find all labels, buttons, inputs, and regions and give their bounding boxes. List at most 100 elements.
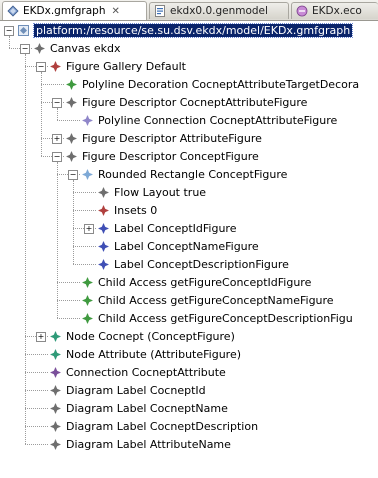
tree-item[interactable]: Polyline Decoration CocneptAttributeTarg… [66,75,359,93]
tree-item-label: Diagram Label AttributeName [66,437,231,451]
model-element-icon [66,78,77,90]
tree-item[interactable]: Flow Layout true [98,183,206,201]
model-element-icon [82,294,93,306]
tree-connector [40,84,42,102]
tree-connector [24,354,26,372]
tree-item[interactable]: Diagram Label CocneptDescription [50,417,258,435]
model-element-icon [66,96,77,108]
model-element-icon [66,132,77,144]
tree-item-label: Label ConceptIdFigure [114,221,237,235]
tree-item-label: Canvas ekdx [50,41,121,55]
model-element-icon [98,240,109,252]
tree-item-label: Connection CocneptAttribute [66,365,226,379]
tree-item[interactable]: Label ConceptIdFigure [98,219,236,237]
tree-item[interactable]: Child Access getFigureConceptDescription… [82,309,353,327]
collapse-toggle-icon[interactable]: − [36,62,46,72]
tree-connector [24,354,48,355]
tab-ekdx-genmodel[interactable]: ekdx0.0.genmodel [149,2,289,19]
tree-connector [24,372,48,373]
tree-connector [72,180,74,192]
tab-ekdx-gmfgraph[interactable]: EKDx.gmfgraph ✕ [2,1,147,20]
tree-item[interactable]: Node Cocnept (ConceptFigure) [50,327,235,345]
model-element-icon [66,150,77,162]
collapse-toggle-icon[interactable]: − [68,170,78,180]
tree-connector [72,210,96,211]
model-element-icon [50,60,61,72]
tab-label: EKDx.eco [312,5,362,17]
tree-connector [56,300,80,301]
model-element-icon [50,420,61,432]
tree-item-label: Node Cocnept (ConceptFigure) [66,329,235,343]
tree-item[interactable]: Child Access getFigureConceptNameFigure [82,291,334,309]
gmfgraph-tree-view[interactable]: − platform:/resource/se.su.dsv.ekdx/model… [0,21,378,478]
tree-item[interactable]: Connection CocneptAttribute [50,363,226,381]
tree-connector [24,444,48,445]
tree-connector [24,336,26,354]
tree-connector [56,282,58,300]
tree-item[interactable]: Figure Descriptor AttributeFigure [66,129,262,147]
collapse-toggle-icon[interactable]: − [52,98,62,108]
model-element-icon [50,438,61,450]
tree-connector [56,318,80,319]
tree-item-label: Diagram Label CocneptId [66,383,206,397]
tree-item-label: Label ConceptDescriptionFigure [114,257,289,271]
collapse-toggle-icon[interactable]: − [52,152,62,162]
tree-item[interactable]: Node Attribute (AttributeFigure) [50,345,241,363]
tree-item[interactable]: Figure Descriptor CocneptAttributeFigure [66,93,307,111]
tree-item[interactable]: Child Access getFigureConceptIdFigure [82,273,311,291]
tree-item[interactable]: Figure Descriptor ConceptFigure [66,147,259,165]
expand-toggle-icon[interactable]: + [52,134,62,144]
tree-item[interactable]: Diagram Label CocneptName [50,399,228,417]
tree-item[interactable]: Label ConceptDescriptionFigure [98,255,289,273]
close-tab-icon[interactable]: ✕ [111,6,119,17]
expand-toggle-icon[interactable]: + [84,224,94,234]
tree-connector [56,120,80,121]
model-element-icon [50,384,61,396]
tab-label: ekdx0.0.genmodel [170,5,268,17]
genmodel-file-icon [155,5,165,17]
tab-label: EKDx.gmfgraph [23,5,106,17]
model-element-icon [98,258,109,270]
tree-connector [72,210,74,228]
resource-icon [18,24,29,36]
tab-ekdx-ecore[interactable]: EKDx.eco [291,2,378,19]
tree-connector [72,192,74,210]
tree-item-label: Diagram Label CocneptDescription [66,419,259,433]
model-element-icon [98,186,109,198]
tree-item-label: Rounded Rectangle ConceptFigure [98,167,288,181]
collapse-toggle-icon[interactable]: − [4,26,14,36]
model-element-icon [34,42,45,54]
collapse-toggle-icon[interactable]: − [20,44,30,54]
tree-connector [40,72,42,84]
tree-item-label: Diagram Label CocneptName [66,401,228,415]
tree-connector [24,426,48,427]
tree-item-label: Flow Layout true [114,185,207,199]
tree-item-label: Child Access getFigureConceptIdFigure [98,275,312,289]
expand-toggle-icon[interactable]: + [36,332,46,342]
tree-item-label: Child Access getFigureConceptNameFigure [98,293,334,307]
tree-item[interactable]: Diagram Label AttributeName [50,435,231,453]
model-element-icon [82,114,93,126]
tree-item[interactable]: Insets 0 [98,201,157,219]
tree-connector [56,108,58,120]
tree-item-label: Figure Gallery Default [66,59,186,73]
tree-item-label: Node Attribute (AttributeFigure) [66,347,242,361]
tree-item[interactable]: Diagram Label CocneptId [50,381,206,399]
tree-item[interactable]: Figure Gallery Default [50,57,186,75]
tree-connector [24,408,26,426]
tree-connector [40,102,42,138]
tree-connector [24,408,48,409]
model-element-icon [50,402,61,414]
tree-connector [56,162,58,174]
tree-item[interactable]: platform:/resource/se.su.dsv.ekdx/model/… [18,21,354,39]
tree-connector [24,390,48,391]
tree-item[interactable]: Polyline Connection CocneptAttributeFigu… [82,111,337,129]
model-element-icon [50,348,61,360]
tree-item[interactable]: Label ConceptNameFigure [98,237,259,255]
tree-connector [24,54,26,66]
editor-tab-bar: EKDx.gmfgraph ✕ ekdx0.0.genmodel EKDx.ec… [0,0,378,21]
tree-connector [56,174,58,282]
tree-item[interactable]: Canvas ekdx [34,39,121,57]
tree-item[interactable]: Rounded Rectangle ConceptFigure [82,165,287,183]
model-element-icon [98,204,109,216]
